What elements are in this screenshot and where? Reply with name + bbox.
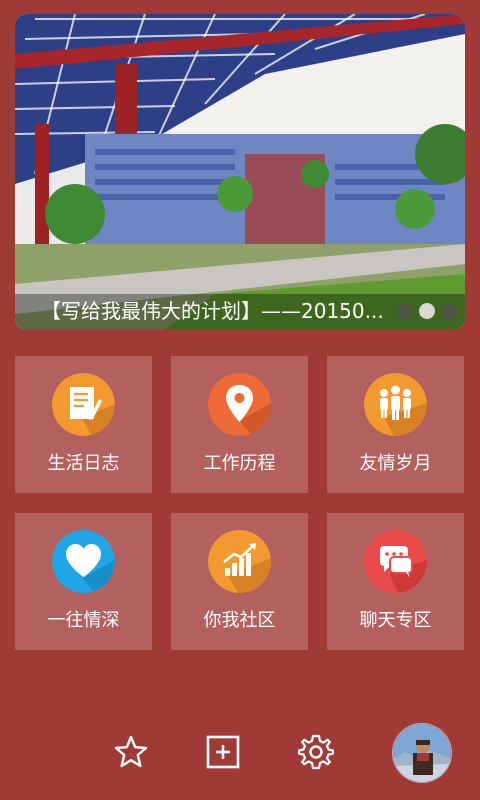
chat-bubbles-icon bbox=[364, 530, 427, 593]
star-icon[interactable] bbox=[113, 734, 149, 770]
bottom-toolbar bbox=[0, 720, 480, 790]
tile-community[interactable]: 你我社区 bbox=[171, 513, 308, 650]
tile-label: 一往情深 bbox=[47, 610, 120, 631]
location-pin-icon bbox=[208, 373, 271, 436]
tile-label: 工作历程 bbox=[203, 453, 276, 474]
tile-label: 你我社区 bbox=[203, 610, 276, 631]
banner-photo bbox=[15, 14, 465, 330]
banner-carousel[interactable]: 【写给我最伟大的计划】——20150... bbox=[15, 14, 465, 330]
people-group-icon bbox=[364, 373, 427, 436]
tile-work-history[interactable]: 工作历程 bbox=[171, 356, 308, 493]
user-avatar[interactable] bbox=[392, 723, 452, 783]
settings-gear-icon[interactable] bbox=[298, 734, 334, 770]
feature-grid: 生活日志 工作历程 友情岁月 一往情深 你我社区 聊天专区 bbox=[15, 356, 465, 650]
tile-friendship[interactable]: 友情岁月 bbox=[327, 356, 464, 493]
pager-dot[interactable] bbox=[397, 303, 413, 319]
add-box-icon[interactable] bbox=[205, 734, 241, 770]
tile-label: 生活日志 bbox=[47, 453, 120, 474]
banner-title[interactable]: 【写给我最伟大的计划】——20150... bbox=[41, 299, 409, 323]
carousel-pager bbox=[397, 303, 457, 319]
tile-label: 友情岁月 bbox=[359, 453, 432, 474]
growth-chart-icon bbox=[208, 530, 271, 593]
diary-note-icon bbox=[52, 373, 115, 436]
heart-icon bbox=[52, 530, 115, 593]
tile-chat[interactable]: 聊天专区 bbox=[327, 513, 464, 650]
pager-dot[interactable] bbox=[441, 303, 457, 319]
tile-label: 聊天专区 bbox=[359, 610, 432, 631]
tile-deep-love[interactable]: 一往情深 bbox=[15, 513, 152, 650]
pager-dot-active[interactable] bbox=[419, 303, 435, 319]
tile-life-diary[interactable]: 生活日志 bbox=[15, 356, 152, 493]
